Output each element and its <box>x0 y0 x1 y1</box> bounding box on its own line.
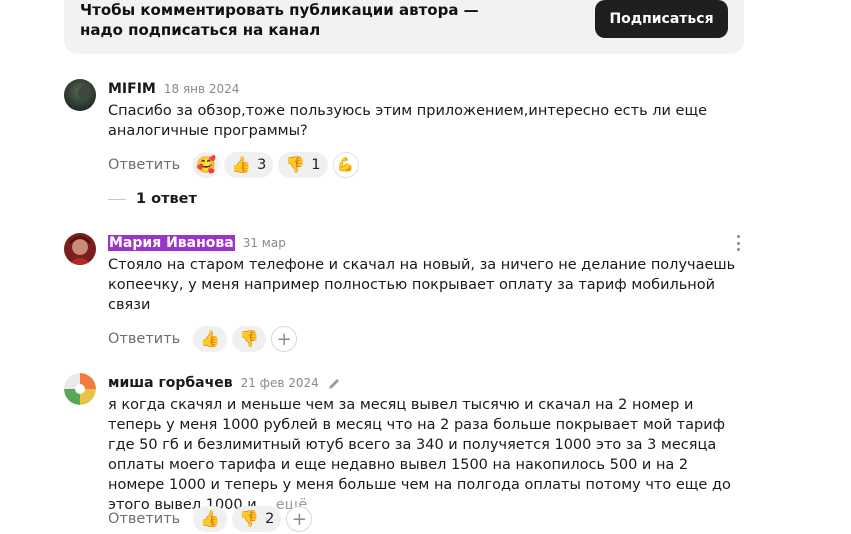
comment-text-content: я когда скачял и меньше чем за месяц выв… <box>108 397 731 513</box>
comment-header: MIFIM 18 янв 2024 <box>108 79 239 99</box>
dislike-count: 2 <box>265 511 275 527</box>
avatar[interactable] <box>64 233 96 265</box>
comment-date: 31 мар <box>242 236 286 250</box>
thumbs-up-icon: 👍 <box>200 509 221 528</box>
comment-header: миша горбачев 21 фев 2024 <box>108 373 341 393</box>
thumbs-down-icon: 👎 <box>239 329 260 348</box>
thumbs-up-icon: 👍 <box>231 155 252 174</box>
reply-button[interactable]: Ответить <box>108 157 180 173</box>
add-reaction-button[interactable]: + <box>286 506 313 532</box>
subscribe-prompt: Чтобы комментировать публикации автора —… <box>80 1 479 39</box>
comment-actions: Ответить 👍 👎 2 + <box>108 504 313 534</box>
avatar[interactable] <box>64 79 96 111</box>
comment-actions: Ответить 🥰 👍 3 👎 1 💪 <box>108 150 359 180</box>
replies-divider <box>108 198 126 200</box>
comment-date: 21 фев 2024 <box>240 376 319 390</box>
dislike-count: 1 <box>311 157 321 173</box>
like-button[interactable]: 👍 3 <box>224 152 274 178</box>
muscle-icon: 💪 <box>336 157 355 173</box>
comment-actions: Ответить 👍 👎 + <box>108 324 298 354</box>
comment-text: Стояло на старом телефоне и скачал на но… <box>108 257 736 313</box>
author-name[interactable]: MIFIM <box>108 81 156 97</box>
like-button[interactable]: 👍 <box>193 506 228 532</box>
add-reaction-button[interactable]: + <box>271 326 298 352</box>
dislike-button[interactable]: 👎 2 <box>232 506 282 532</box>
heart-face-icon: 🥰 <box>196 155 217 174</box>
thumbs-down-icon: 👎 <box>239 509 260 528</box>
subscribe-banner: Чтобы комментировать публикации автора —… <box>64 0 744 54</box>
avatar[interactable] <box>64 373 96 405</box>
reply-button[interactable]: Ответить <box>108 511 180 527</box>
dislike-button[interactable]: 👎 1 <box>278 152 328 178</box>
comment-date: 18 янв 2024 <box>163 82 240 96</box>
replies-count: 1 ответ <box>136 191 197 207</box>
more-options-icon[interactable] <box>736 235 740 251</box>
reply-button[interactable]: Ответить <box>108 331 180 347</box>
like-count: 3 <box>257 157 267 173</box>
reaction-heart-face[interactable]: 🥰 <box>193 152 220 178</box>
subscribe-button[interactable]: Подписаться <box>595 0 728 38</box>
author-name[interactable]: миша горбачев <box>108 375 233 391</box>
plus-icon: + <box>276 328 292 350</box>
show-replies-link[interactable]: 1 ответ <box>108 191 197 207</box>
dislike-button[interactable]: 👎 <box>232 326 267 352</box>
edited-pencil-icon <box>327 376 341 390</box>
author-name[interactable]: Мария Иванова <box>108 235 235 251</box>
comment-text: Спасибо за обзор,тоже пользуюсь этим при… <box>108 103 708 139</box>
comment-text: я когда скачял и меньше чем за месяц выв… <box>108 395 748 515</box>
thumbs-down-icon: 👎 <box>285 155 306 174</box>
add-reaction-button[interactable]: 💪 <box>332 152 359 178</box>
comment-header: Мария Иванова 31 мар <box>108 233 286 253</box>
thumbs-up-icon: 👍 <box>200 329 221 348</box>
plus-icon: + <box>291 508 307 530</box>
like-button[interactable]: 👍 <box>193 326 228 352</box>
